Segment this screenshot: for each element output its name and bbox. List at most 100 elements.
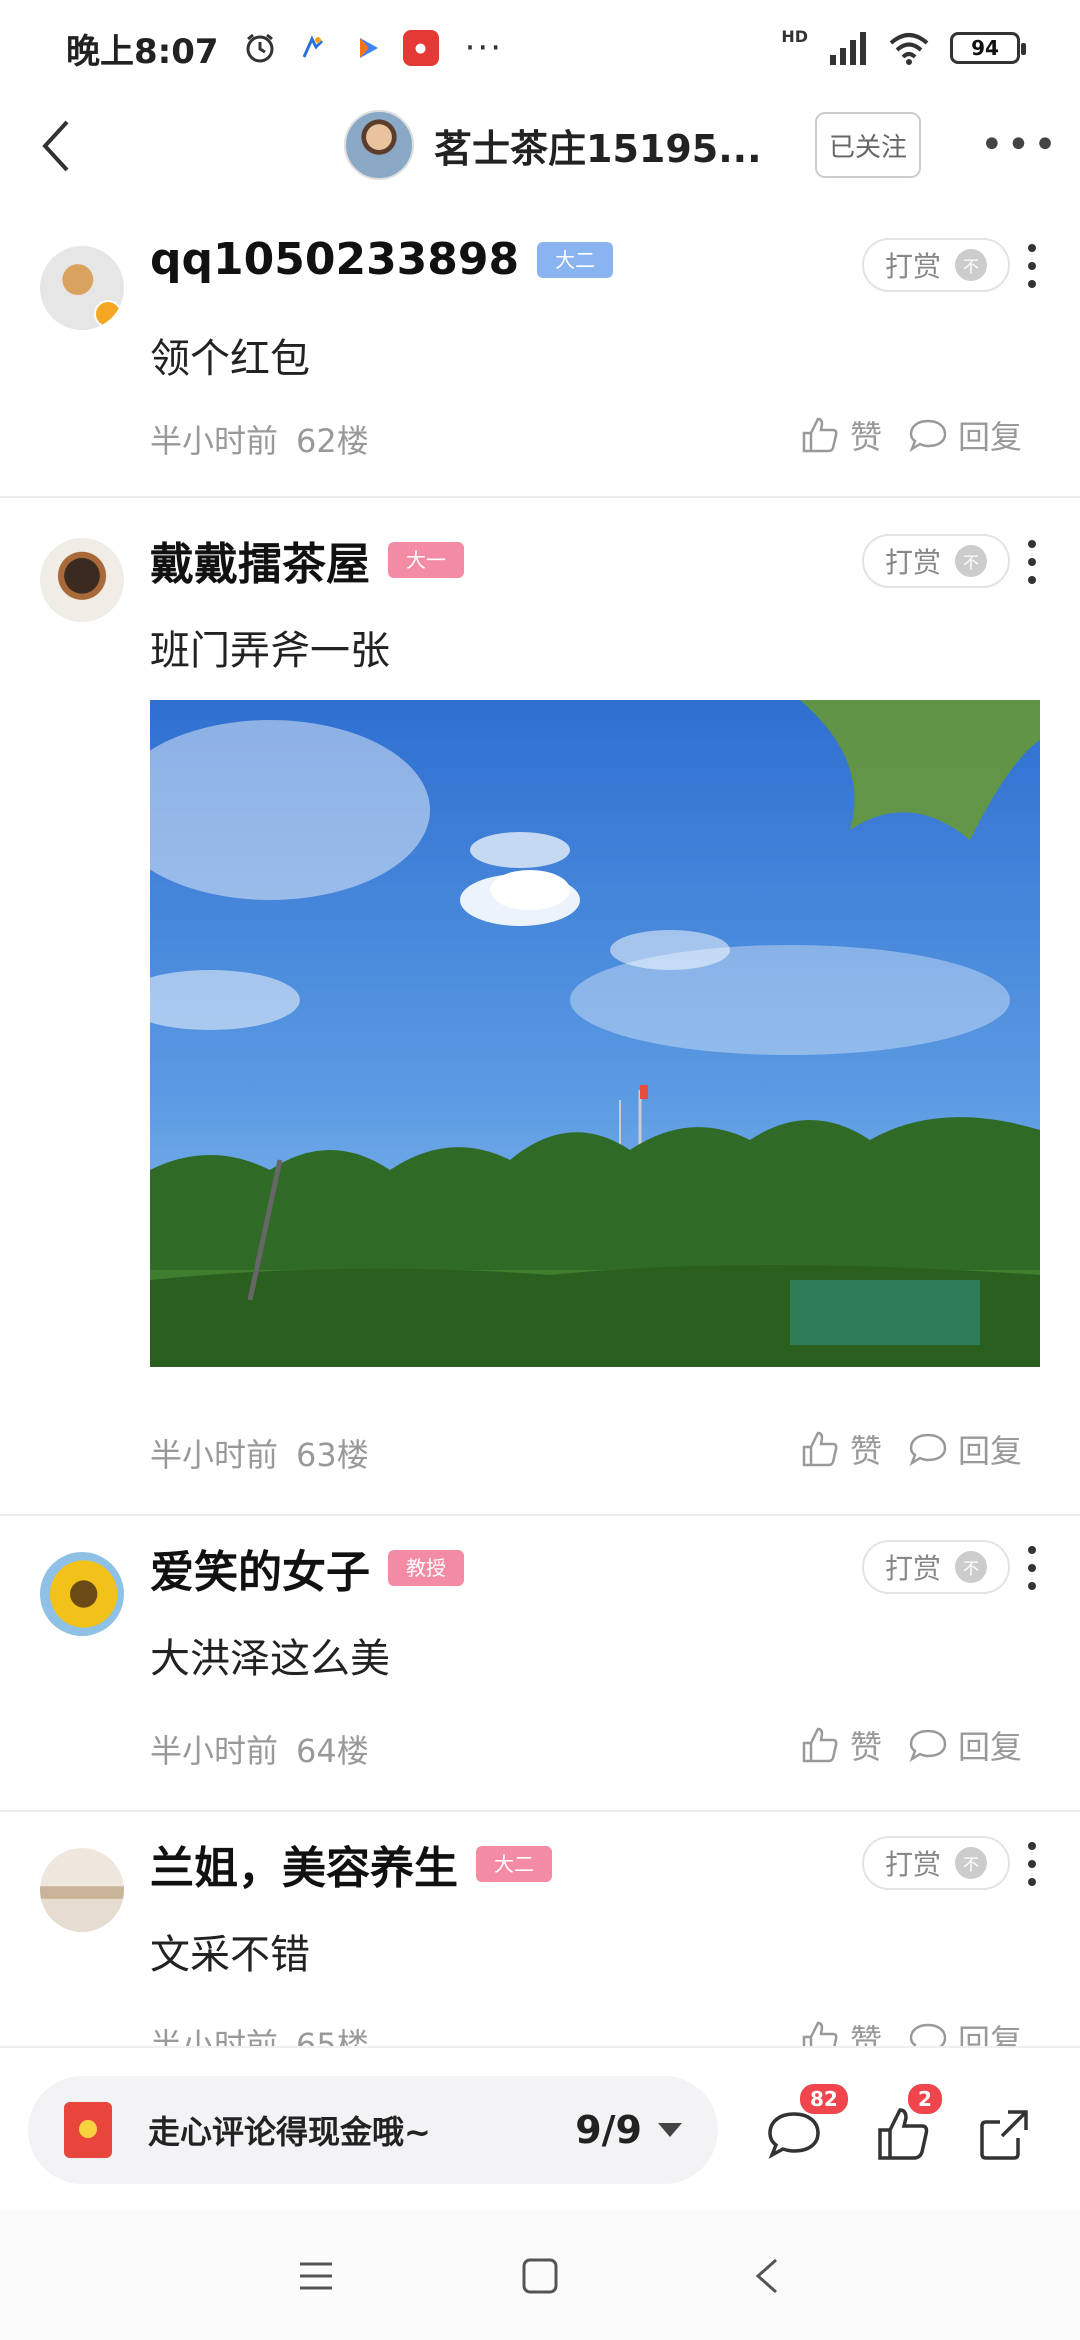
verified-icon xyxy=(94,300,122,328)
username[interactable]: 兰姐，美容养生 大二 xyxy=(150,1832,552,1896)
square-home-icon xyxy=(522,2258,558,2294)
reply-label: 回复 xyxy=(958,1728,1023,1766)
username-text[interactable]: 兰姐，美容养生 xyxy=(150,1832,458,1896)
avatar[interactable] xyxy=(40,538,124,622)
author-avatar[interactable] xyxy=(344,110,414,180)
username-text[interactable]: 戴戴擂茶屋 xyxy=(150,528,370,592)
comment-input[interactable]: 走心评论得现金哦~ 9/9 xyxy=(28,2076,718,2184)
comment-more-icon[interactable] xyxy=(1026,1842,1038,1886)
comment-more-icon[interactable] xyxy=(1026,540,1038,584)
network-label: HD xyxy=(781,27,808,46)
comment-meta: 半小时前 62楼 xyxy=(150,416,369,462)
level-badge: 大二 xyxy=(537,241,614,278)
comment-actions: 赞 回复 xyxy=(800,412,1022,458)
comments-button[interactable]: 82 xyxy=(764,2082,850,2164)
comment-item: 兰姐，美容养生 大二 打赏 不 文采不错 半小时前 65楼 赞 回复 xyxy=(0,1812,1080,2048)
comment-count-badge: 82 xyxy=(798,2082,850,2116)
like-count-badge: 2 xyxy=(906,2082,944,2116)
reward-button[interactable]: 打赏 不 xyxy=(862,1836,1010,1890)
comment-item: 爱笑的女子 教授 打赏 不 大洪泽这么美 半小时前 64楼 赞 回复 xyxy=(0,1516,1080,1812)
username[interactable]: 戴戴擂茶屋 大一 xyxy=(150,528,464,592)
avatar[interactable] xyxy=(40,1552,124,1636)
comment-text: 领个红包 xyxy=(150,336,310,382)
comment-photo[interactable] xyxy=(150,700,1040,1367)
like-label: 赞 xyxy=(850,1728,883,1766)
reward-button[interactable]: 打赏 不 xyxy=(862,534,1010,588)
page-indicator[interactable]: 9/9 xyxy=(575,2108,642,2152)
avatar[interactable] xyxy=(40,246,124,330)
caret-down-icon[interactable] xyxy=(658,2123,682,2137)
app-notification-icon xyxy=(294,30,331,66)
comment-text: 文采不错 xyxy=(150,1932,310,1978)
comment-more-icon[interactable] xyxy=(1026,1546,1038,1590)
battery-icon: 94 xyxy=(950,32,1026,64)
thumbs-up-icon xyxy=(802,417,838,453)
share-icon xyxy=(980,2110,1028,2160)
floor-number: 65楼 xyxy=(296,2026,369,2048)
username-text[interactable]: 爱笑的女子 xyxy=(150,1536,370,1600)
like-button[interactable]: 赞 xyxy=(800,412,882,458)
comment-prompt: 走心评论得现金哦~ xyxy=(148,2113,431,2151)
chevron-left-icon xyxy=(42,120,69,172)
author-name[interactable]: 茗士茶庄15195... xyxy=(434,118,762,173)
like-post-button[interactable]: 2 xyxy=(872,2082,944,2164)
comment-time: 半小时前 xyxy=(150,2026,279,2048)
more-options-icon[interactable]: ••• xyxy=(980,122,1060,168)
like-button[interactable]: 赞 xyxy=(800,1722,882,1768)
menu-icon xyxy=(300,2262,332,2290)
reward-label: 打赏 xyxy=(884,250,941,283)
red-packet-icon xyxy=(64,2102,112,2158)
reply-button[interactable]: 回复 xyxy=(908,1426,1022,1472)
share-button[interactable] xyxy=(974,2104,1034,2164)
username[interactable]: 爱笑的女子 教授 xyxy=(150,1536,464,1600)
speech-bubble-icon xyxy=(909,2023,947,2048)
floor-number: 64楼 xyxy=(296,1732,369,1770)
username[interactable]: qq1050233898 大二 xyxy=(150,234,614,285)
back-button[interactable] xyxy=(24,114,88,178)
bottom-action-bar: 走心评论得现金哦~ 9/9 82 2 xyxy=(0,2046,1080,2210)
reply-label: 回复 xyxy=(958,2022,1023,2048)
follow-button[interactable]: 已关注 xyxy=(815,112,921,178)
comment-item: 戴戴擂茶屋 大一 打赏 不 班门弄斧一张 半小时前 63楼 赞 回复 xyxy=(0,498,1080,1474)
like-button[interactable]: 赞 xyxy=(800,2016,882,2048)
username-text[interactable]: qq1050233898 xyxy=(150,234,519,285)
reply-button[interactable]: 回复 xyxy=(908,2016,1022,2048)
wifi-icon xyxy=(889,33,929,65)
reward-label: 打赏 xyxy=(884,1848,941,1881)
shop-app-icon: ● xyxy=(402,30,439,66)
more-notifications-icon: ··· xyxy=(464,28,504,68)
reward-button[interactable]: 打赏 不 xyxy=(862,1540,1010,1594)
reply-button[interactable]: 回复 xyxy=(908,1722,1022,1768)
comment-list[interactable]: qq1050233898 大二 打赏 不 领个红包 半小时前 62楼 赞 回复 戴… xyxy=(0,198,1080,2048)
comment-more-icon[interactable] xyxy=(1026,244,1038,288)
avatar[interactable] xyxy=(40,1848,124,1932)
triangle-back-icon xyxy=(755,2258,777,2294)
system-back-button[interactable] xyxy=(746,2254,790,2298)
sky-landscape-image xyxy=(150,700,1040,1367)
comment-text: 大洪泽这么美 xyxy=(150,1636,390,1682)
home-button[interactable] xyxy=(518,2254,562,2298)
like-button[interactable]: 赞 xyxy=(800,1426,882,1472)
comment-time: 半小时前 xyxy=(150,1732,279,1770)
coin-icon: 不 xyxy=(955,1551,987,1583)
system-navigation-bar xyxy=(0,2210,1080,2340)
status-bar: 晚上8:07 ● ··· HD 94 xyxy=(0,0,1080,96)
level-badge: 教授 xyxy=(388,1550,464,1586)
author-info[interactable]: 茗士茶庄15195... xyxy=(344,110,762,180)
comment-time: 半小时前 xyxy=(150,1436,279,1474)
coin-icon: 不 xyxy=(955,249,987,281)
status-time: 晚上8:07 xyxy=(66,31,219,72)
reply-button[interactable]: 回复 xyxy=(908,412,1022,458)
top-nav: 茗士茶庄15195... 已关注 ••• xyxy=(0,96,1080,198)
comment-time: 半小时前 xyxy=(150,422,279,460)
comment-actions: 赞 回复 xyxy=(800,1722,1022,1768)
alarm-icon xyxy=(246,33,274,63)
like-label: 赞 xyxy=(850,418,883,456)
comment-item: qq1050233898 大二 打赏 不 领个红包 半小时前 62楼 赞 回复 xyxy=(0,198,1080,498)
reward-button[interactable]: 打赏 不 xyxy=(862,238,1010,292)
speech-bubble-icon xyxy=(909,1729,947,1763)
comment-actions: 赞 回复 xyxy=(800,1426,1022,1472)
comment-meta: 半小时前 65楼 xyxy=(150,2020,369,2048)
coin-icon: 不 xyxy=(955,545,987,577)
menu-button[interactable] xyxy=(294,2254,338,2298)
